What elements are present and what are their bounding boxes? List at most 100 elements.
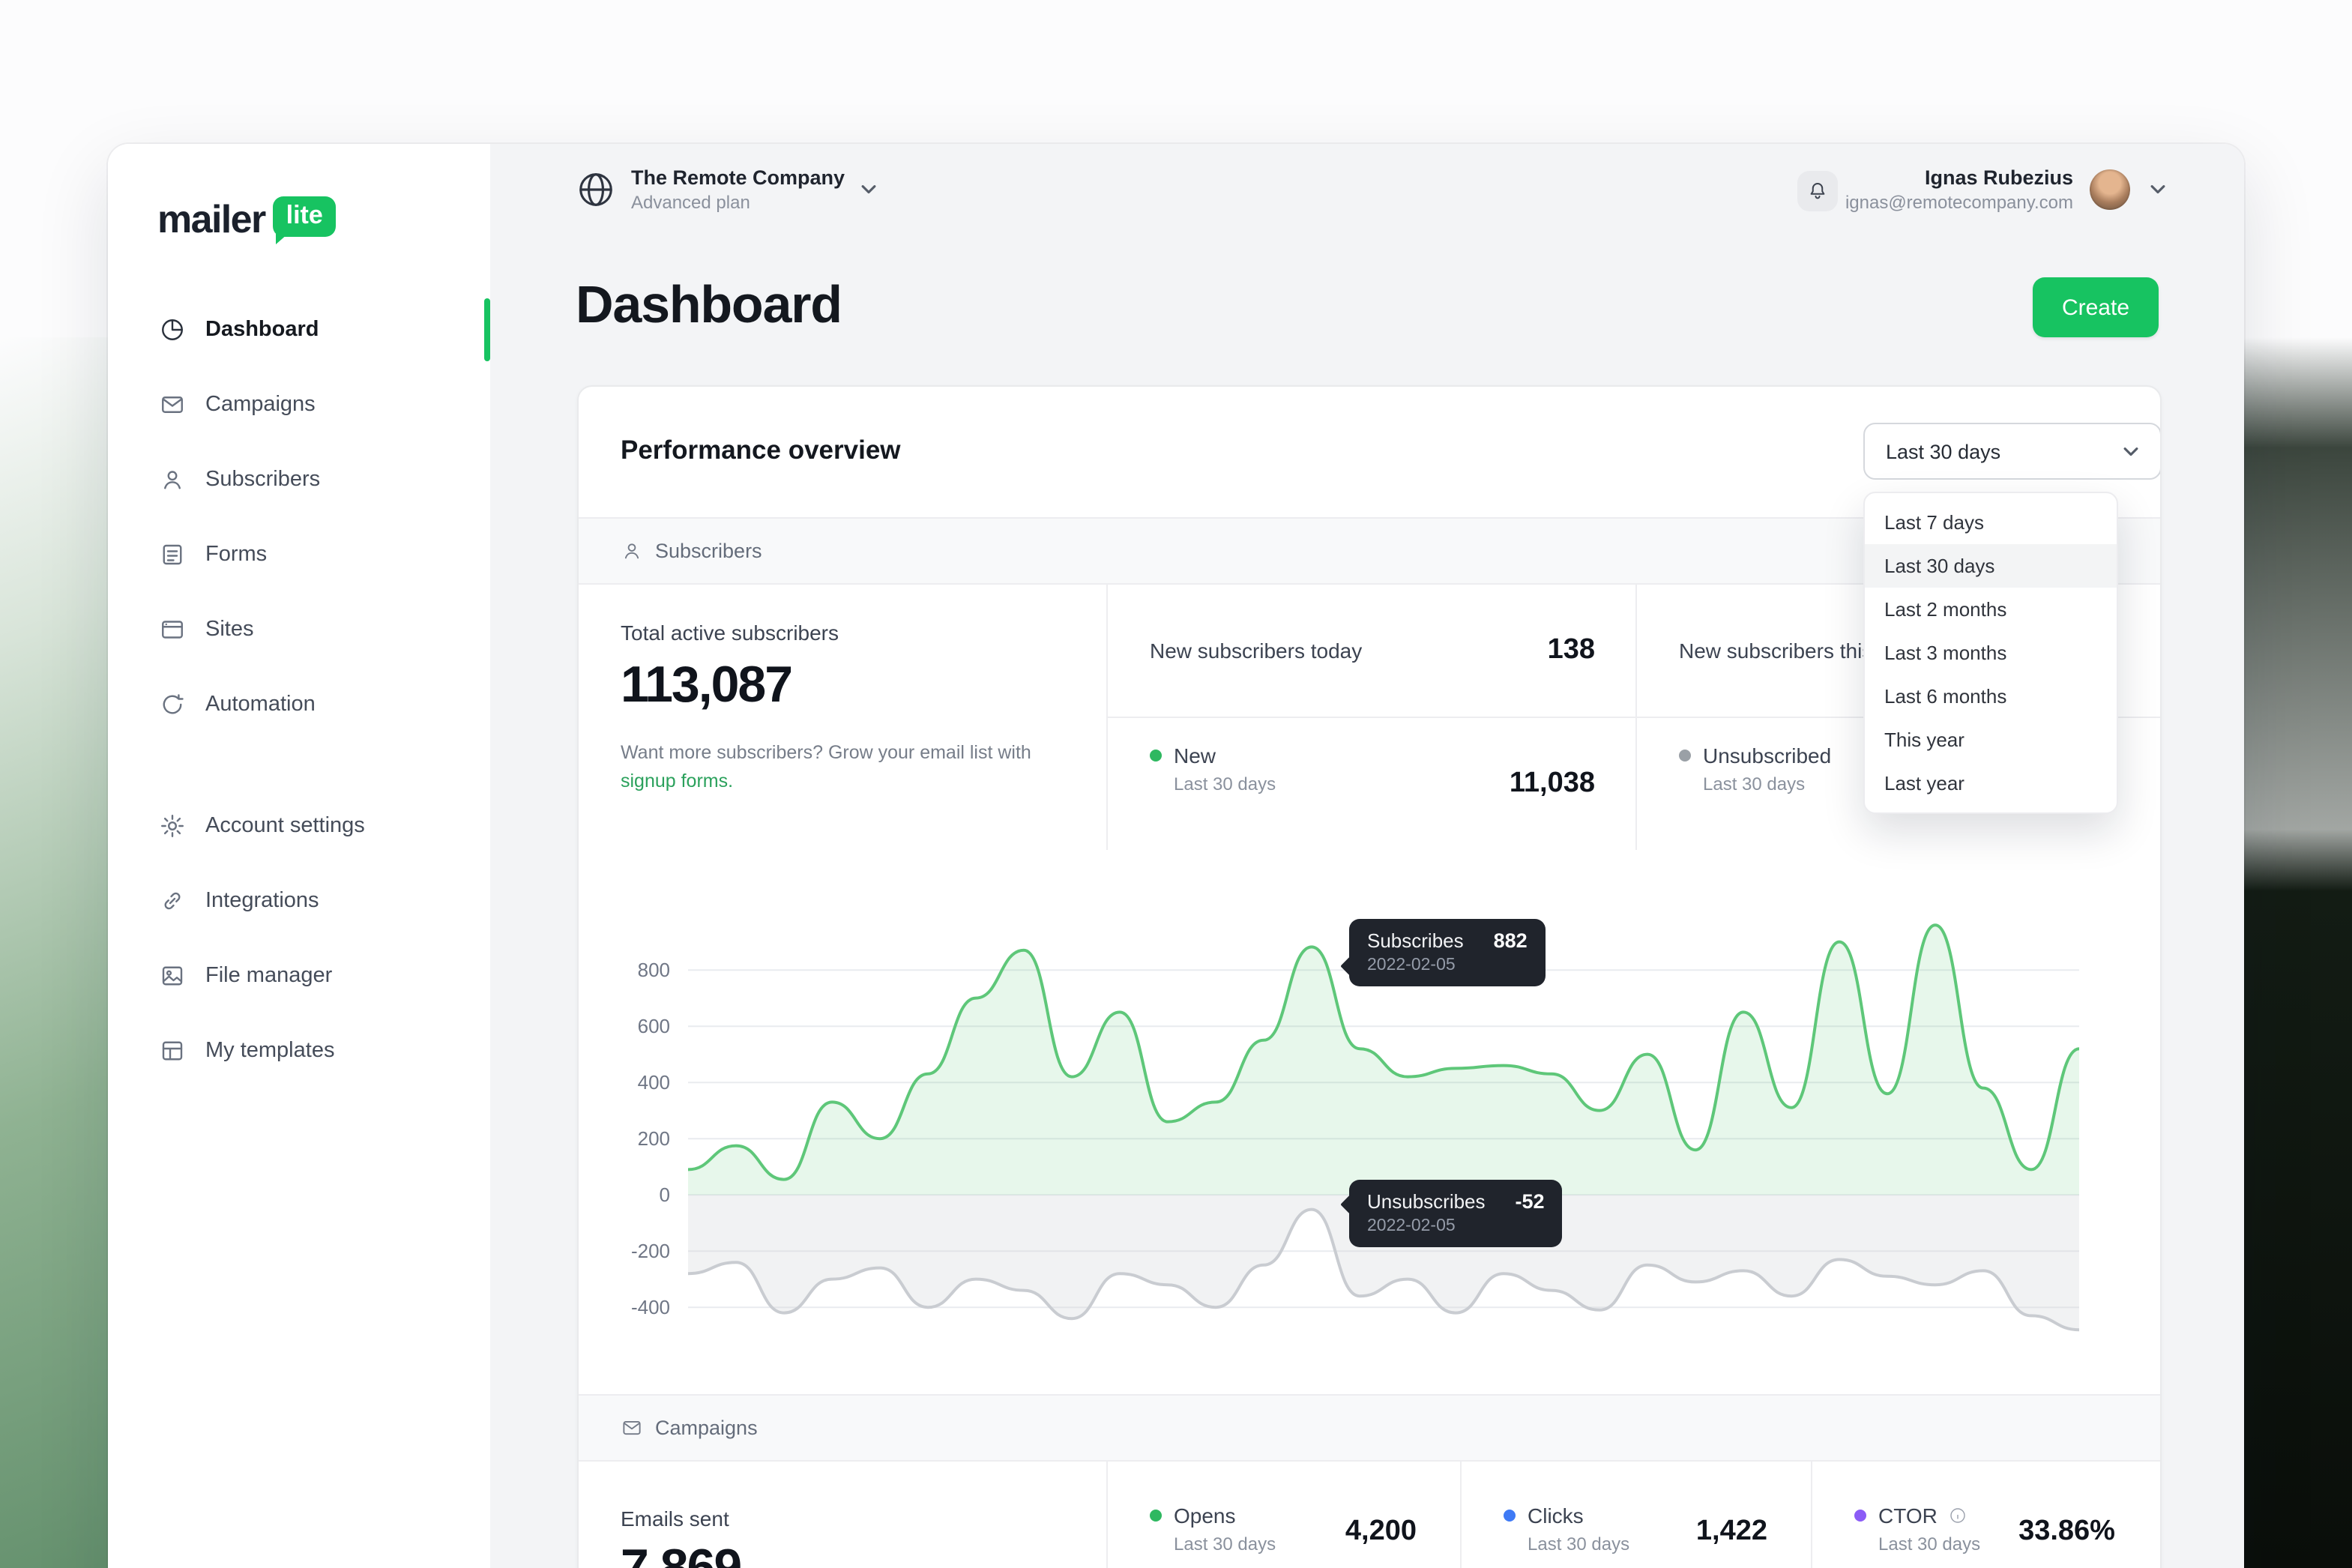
sidebar-item-label: Dashboard bbox=[205, 318, 319, 342]
tooltip-date: 2022-02-05 bbox=[1367, 956, 1528, 974]
dropdown-option[interactable]: Last 3 months bbox=[1865, 631, 2117, 675]
chevron-down-icon bbox=[860, 185, 876, 196]
dropdown-option[interactable]: This year bbox=[1865, 718, 2117, 762]
dropdown-option[interactable]: Last year bbox=[1865, 762, 2117, 805]
section-label: Campaigns bbox=[655, 1417, 758, 1439]
sidebar-item-my-templates[interactable]: My templates bbox=[108, 1013, 490, 1088]
dropdown-option-selected[interactable]: Last 30 days bbox=[1865, 544, 2117, 588]
chevron-down-icon[interactable] bbox=[2150, 184, 2166, 195]
create-button[interactable]: Create bbox=[2033, 277, 2159, 337]
stat-sublabel: Last 30 days bbox=[1878, 1534, 1980, 1555]
dropdown-option[interactable]: Last 2 months bbox=[1865, 588, 2117, 631]
sidebar: mailer lite Dashboard Campaigns Subscrib… bbox=[108, 144, 492, 1568]
bell-icon bbox=[1806, 180, 1829, 202]
sites-icon bbox=[159, 616, 186, 643]
sidebar-item-file-manager[interactable]: File manager bbox=[108, 938, 490, 1013]
signup-forms-link[interactable]: signup forms. bbox=[621, 771, 733, 791]
date-range-value: Last 30 days bbox=[1886, 440, 2000, 462]
tooltip-series: Unsubscribes bbox=[1367, 1190, 1486, 1213]
stat-value: 11,038 bbox=[1510, 768, 1595, 800]
chart-tooltip-unsubscribes: Unsubscribes -52 2022-02-05 bbox=[1349, 1180, 1563, 1247]
sidebar-item-label: Automation bbox=[205, 693, 316, 717]
decorative-dark-texture bbox=[2235, 337, 2352, 1568]
sidebar-item-label: My templates bbox=[205, 1039, 334, 1063]
company-plan: Advanced plan bbox=[631, 192, 845, 214]
promo-text: Want more subscribers? Grow your email l… bbox=[621, 739, 1073, 795]
page-title: Dashboard bbox=[576, 276, 842, 336]
tooltip-value: -52 bbox=[1516, 1190, 1545, 1213]
person-icon bbox=[621, 540, 643, 562]
stat-label: Clicks bbox=[1528, 1504, 1584, 1528]
user-menu[interactable]: Ignas Rubezius ignas@remotecompany.com bbox=[1845, 166, 2073, 215]
mailerlite-logo[interactable]: mailer lite bbox=[157, 196, 337, 243]
info-icon[interactable] bbox=[1950, 1507, 1967, 1525]
svg-text:-200: -200 bbox=[631, 1240, 670, 1262]
opens-cell: Opens Last 30 days 4,200 bbox=[1106, 1462, 1462, 1568]
sidebar-item-campaigns[interactable]: Campaigns bbox=[108, 367, 490, 442]
green-dot bbox=[1150, 1510, 1162, 1522]
total-subscribers-label: Total active subscribers bbox=[621, 621, 1073, 645]
campaign-stats: Emails sent 7,869 Opens Last 30 days 4,2… bbox=[579, 1462, 2160, 1568]
sidebar-item-label: Integrations bbox=[205, 889, 319, 913]
notifications-button[interactable] bbox=[1797, 171, 1838, 211]
svg-text:200: 200 bbox=[638, 1127, 670, 1150]
globe-icon bbox=[576, 170, 616, 211]
sidebar-item-sites[interactable]: Sites bbox=[108, 592, 490, 667]
svg-text:-400: -400 bbox=[631, 1296, 670, 1318]
gray-dot bbox=[1679, 750, 1691, 762]
company-name: The Remote Company bbox=[631, 166, 845, 192]
subscribers-icon bbox=[159, 466, 186, 493]
sidebar-item-label: Forms bbox=[205, 543, 267, 567]
stat-label: New bbox=[1174, 744, 1216, 768]
primary-nav: Dashboard Campaigns Subscribers Forms bbox=[108, 292, 490, 742]
date-range-dropdown: Last 7 days Last 30 days Last 2 months L… bbox=[1863, 492, 2118, 814]
logo-badge: lite bbox=[273, 196, 337, 237]
forms-icon bbox=[159, 541, 186, 568]
new-subscribers-cell: New Last 30 days 11,038 bbox=[1106, 717, 1637, 850]
date-range-select[interactable]: Last 30 days bbox=[1863, 423, 2162, 480]
sidebar-item-automation[interactable]: Automation bbox=[108, 667, 490, 742]
image-icon bbox=[159, 962, 186, 989]
automation-icon bbox=[159, 691, 186, 718]
chart-tooltip-subscribes: Subscribes 882 2022-02-05 bbox=[1349, 919, 1546, 986]
user-email: ignas@remotecompany.com bbox=[1845, 192, 2073, 215]
sidebar-item-label: Sites bbox=[205, 618, 254, 642]
svg-text:400: 400 bbox=[638, 1071, 670, 1094]
dropdown-option[interactable]: Last 7 days bbox=[1865, 501, 2117, 544]
avatar[interactable] bbox=[2090, 169, 2130, 210]
svg-text:0: 0 bbox=[660, 1183, 670, 1206]
secondary-nav: Account settings Integrations File manag… bbox=[108, 788, 490, 1088]
sidebar-item-integrations[interactable]: Integrations bbox=[108, 863, 490, 938]
envelope-icon bbox=[621, 1417, 643, 1439]
stat-label: Opens bbox=[1174, 1504, 1236, 1528]
tooltip-date: 2022-02-05 bbox=[1367, 1217, 1545, 1235]
ctor-cell: CTOR Last 30 days 33.86% bbox=[1811, 1462, 2160, 1568]
stat-value: 33.86% bbox=[2018, 1516, 2115, 1549]
stat-label: Unsubscribed bbox=[1703, 744, 1831, 768]
new-subscribers-today-cell: New subscribers today 138 bbox=[1106, 585, 1637, 717]
sidebar-item-label: Account settings bbox=[205, 814, 365, 838]
stat-label: CTOR bbox=[1878, 1504, 1938, 1528]
stat-value: 138 bbox=[1548, 634, 1595, 667]
dashboard-icon bbox=[159, 316, 186, 343]
app-window: mailer lite Dashboard Campaigns Subscrib… bbox=[108, 144, 2244, 1568]
template-icon bbox=[159, 1037, 186, 1064]
page: mailer lite Dashboard Campaigns Subscrib… bbox=[0, 0, 2352, 1568]
sidebar-item-label: File manager bbox=[205, 964, 332, 988]
sidebar-item-label: Subscribers bbox=[205, 468, 320, 492]
campaigns-icon bbox=[159, 391, 186, 418]
user-name: Ignas Rubezius bbox=[1845, 166, 2073, 192]
sidebar-item-forms[interactable]: Forms bbox=[108, 517, 490, 592]
svg-text:800: 800 bbox=[638, 959, 670, 981]
performance-overview-card: Performance overview Last 30 days Subscr… bbox=[577, 385, 2162, 1568]
dropdown-option[interactable]: Last 6 months bbox=[1865, 675, 2117, 718]
company-switcher[interactable]: The Remote Company Advanced plan bbox=[576, 166, 876, 214]
active-indicator bbox=[484, 298, 490, 361]
sidebar-item-subscribers[interactable]: Subscribers bbox=[108, 442, 490, 517]
stat-value: 1,422 bbox=[1696, 1516, 1767, 1549]
sidebar-item-dashboard[interactable]: Dashboard bbox=[108, 292, 490, 367]
emails-sent-cell: Emails sent 7,869 bbox=[579, 1462, 1106, 1568]
main-content: The Remote Company Advanced plan Ignas R… bbox=[490, 144, 2244, 1568]
total-subscribers-value: 113,087 bbox=[621, 657, 1073, 715]
sidebar-item-account-settings[interactable]: Account settings bbox=[108, 788, 490, 863]
